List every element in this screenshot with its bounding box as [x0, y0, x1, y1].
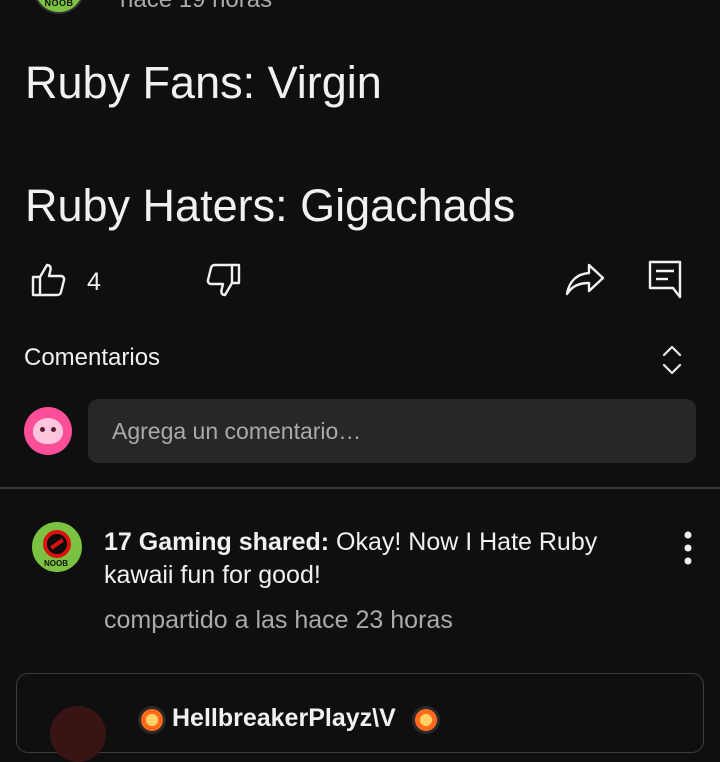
next-post-avatar[interactable] — [50, 706, 106, 762]
shared-timestamp: compartido a las hace 23 horas — [104, 606, 453, 634]
channel-avatar[interactable]: NOOB — [33, 0, 85, 14]
sort-toggle-icon — [662, 345, 682, 375]
shared-author-avatar[interactable]: NOOB — [32, 522, 82, 572]
next-post-author[interactable]: HellbreakerPlayz\V — [172, 704, 396, 733]
shared-post-text: 17 Gaming shared: Okay! Now I Hate Ruby … — [104, 526, 644, 592]
explosion-emoji-icon — [412, 706, 440, 734]
no-symbol-icon — [43, 530, 71, 558]
post-timestamp: hace 19 horas — [120, 0, 272, 14]
like-count: 4 — [87, 268, 101, 296]
share-button[interactable] — [560, 256, 610, 302]
more-options-button[interactable] — [676, 528, 700, 568]
comment-button[interactable] — [644, 256, 686, 302]
thumbs-down-icon — [206, 263, 241, 297]
avatar-tag: NOOB — [44, 0, 74, 8]
shared-author-name[interactable]: 17 Gaming shared: — [104, 528, 329, 556]
comments-sort-toggle[interactable] — [656, 340, 688, 380]
share-icon — [565, 263, 605, 296]
like-button[interactable] — [26, 258, 70, 302]
avatar-tag: NOOB — [44, 559, 68, 568]
thumbs-up-icon — [31, 263, 66, 297]
explosion-emoji-icon — [138, 706, 166, 734]
add-comment-input[interactable]: Agrega un comentario… — [88, 399, 696, 463]
divider — [0, 487, 720, 489]
user-avatar — [24, 407, 72, 455]
more-vert-icon — [684, 531, 692, 565]
post-text-line: Ruby Fans: Virgin — [25, 57, 382, 108]
comments-title: Comentarios — [24, 344, 161, 371]
dislike-button[interactable] — [202, 258, 246, 302]
post-text-line: Ruby Haters: Gigachads — [25, 180, 516, 231]
comment-icon — [648, 260, 682, 299]
avatar-image — [33, 418, 63, 444]
